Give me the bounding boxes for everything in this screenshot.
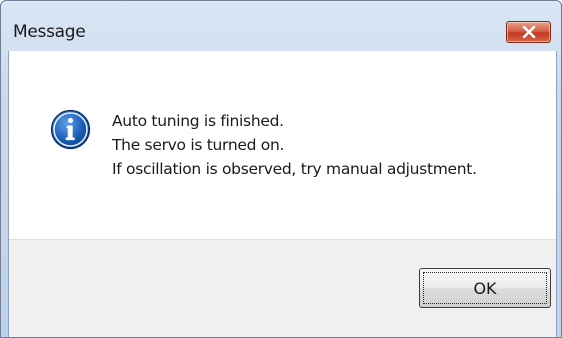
title-bar[interactable]: Message <box>1 1 561 51</box>
message-line: If oscillation is observed, try manual a… <box>112 160 477 178</box>
message-line: The servo is turned on. <box>112 136 285 154</box>
message-line: Auto tuning is finished. <box>112 112 284 130</box>
button-area: OK <box>9 239 556 337</box>
ok-button[interactable]: OK <box>419 268 551 308</box>
ok-button-label: OK <box>473 278 497 298</box>
information-icon <box>50 109 91 150</box>
close-button[interactable] <box>506 21 551 43</box>
close-icon <box>522 26 535 38</box>
message-dialog: Message Auto tuning is finished. The ser… <box>0 0 562 338</box>
dialog-body: Auto tuning is finished. The servo is tu… <box>8 51 557 337</box>
window-title: Message <box>13 22 86 42</box>
message-text: Auto tuning is finished. The servo is tu… <box>112 109 477 181</box>
